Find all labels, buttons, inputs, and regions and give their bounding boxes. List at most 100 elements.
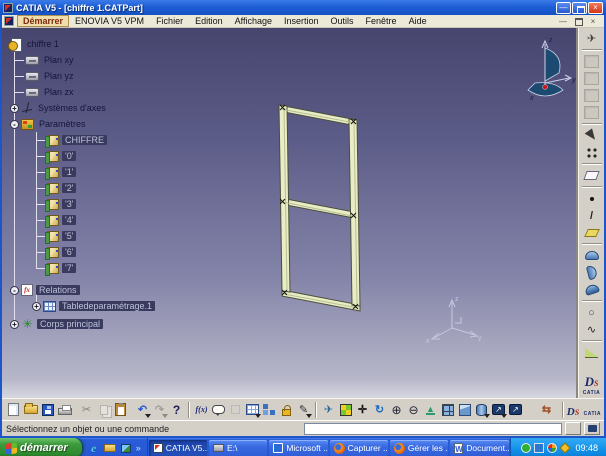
tree-item-param-5[interactable]: '5'	[8, 228, 155, 244]
expand-icon[interactable]: +	[10, 319, 19, 329]
internet-explorer-icon[interactable]: e	[88, 441, 100, 455]
open-icon[interactable]	[22, 401, 39, 419]
fit-all-icon[interactable]	[337, 401, 354, 419]
swap-space-icon[interactable]: ⇆	[538, 401, 555, 419]
lock-icon[interactable]	[278, 401, 295, 419]
tree-item-param-3[interactable]: '3'	[8, 196, 155, 212]
tree-item-param-1[interactable]: '1'	[8, 164, 155, 180]
menu-fichier[interactable]: Fichier	[150, 16, 189, 26]
tree-item-param-7[interactable]: '7'	[8, 260, 155, 276]
fill-surface-icon[interactable]	[581, 344, 603, 361]
zoom-in-icon[interactable]: ⊕	[388, 401, 405, 419]
collapse-icon[interactable]: -	[10, 119, 19, 129]
tray-network-icon[interactable]	[533, 443, 544, 453]
menu-insertion[interactable]: Insertion	[278, 16, 325, 26]
spline-icon[interactable]: ∿	[581, 321, 603, 338]
menu-fenetre[interactable]: Fenêtre	[360, 16, 403, 26]
taskbar-button-catia[interactable]: CATIA V5...	[148, 440, 208, 456]
help-icon[interactable]: ?	[168, 401, 185, 419]
folder-shortcut-icon[interactable]	[103, 442, 116, 454]
save-icon[interactable]	[39, 401, 56, 419]
quick-view-1-icon[interactable]: ↗	[490, 401, 507, 419]
tree-item-relations[interactable]: - fx Relations	[8, 282, 155, 298]
tree-item-plan-zx[interactable]: Plan zx	[8, 84, 155, 100]
tree-item-param-0[interactable]: '0'	[8, 148, 155, 164]
quick-view-2-icon[interactable]: ↗	[507, 401, 524, 419]
capture-button[interactable]	[584, 422, 600, 435]
tray-phone-icon[interactable]	[520, 443, 531, 453]
point-icon[interactable]	[581, 190, 603, 207]
multi-view-icon[interactable]	[439, 401, 456, 419]
revolve-surface-icon[interactable]	[581, 264, 603, 281]
tree-item-param-2[interactable]: '2'	[8, 180, 155, 196]
power-input-field[interactable]	[304, 422, 562, 435]
extrude-surface-icon[interactable]	[581, 247, 603, 264]
iso-view-icon[interactable]	[456, 401, 473, 419]
close-button[interactable]: ×	[588, 1, 603, 14]
fly-mode-icon[interactable]: ✈	[581, 30, 603, 47]
rotate-icon[interactable]: ↻	[371, 401, 388, 419]
tree-item-chiffre-1[interactable]: chiffre 1	[8, 36, 155, 52]
sweep-surface-icon[interactable]	[581, 281, 603, 298]
taskbar-button-capturer[interactable]: Capturer ...	[329, 440, 388, 456]
undo-icon[interactable]: ↶	[134, 401, 151, 419]
tree-item-corps-principal[interactable]: + ✳ Corps principal	[8, 316, 155, 332]
sketcher-icon[interactable]	[581, 167, 603, 184]
word-document-icon: W	[454, 442, 464, 454]
normal-view-icon[interactable]: ▲	[422, 401, 439, 419]
status-secondary-button	[565, 422, 581, 435]
circle-icon[interactable]: ○	[581, 304, 603, 321]
render-style-icon[interactable]	[473, 401, 490, 419]
compass[interactable]: z y x	[527, 37, 576, 102]
comment-icon[interactable]	[210, 401, 227, 419]
menu-enovia[interactable]: ENOVIA V5 VPM	[69, 16, 150, 26]
collapse-icon[interactable]: -	[10, 285, 19, 295]
taskbar-button-explorer[interactable]: E:\	[209, 440, 268, 456]
paste-icon[interactable]	[112, 401, 129, 419]
tree-item-param-6[interactable]: '6'	[8, 244, 155, 260]
menu-demarrer[interactable]: Démarrer	[17, 15, 70, 27]
taskbar-button-gerer[interactable]: Gérer les ...	[389, 440, 449, 456]
select-arrow-icon[interactable]	[581, 127, 603, 144]
tree-item-plan-xy[interactable]: Plan xy	[8, 52, 155, 68]
new-document-icon[interactable]	[5, 401, 22, 419]
zoom-out-icon[interactable]: ⊖	[405, 401, 422, 419]
pan-icon[interactable]: ✛	[354, 401, 371, 419]
tree-item-chiffre-param[interactable]: CHIFFRE	[8, 132, 155, 148]
plane-tool-icon[interactable]	[581, 224, 603, 241]
fly-icon[interactable]: ✈	[320, 401, 337, 419]
catalog-icon[interactable]	[261, 401, 278, 419]
taskbar-button-document[interactable]: W Document...	[450, 440, 509, 456]
show-desktop-icon[interactable]	[120, 442, 132, 454]
tree-item-plan-yz[interactable]: Plan yz	[8, 68, 155, 84]
tray-messenger-icon[interactable]	[546, 443, 557, 453]
sketch-points-icon[interactable]	[581, 144, 603, 161]
menu-edition[interactable]: Edition	[189, 16, 229, 26]
taskbar-button-microsoft[interactable]: Microsoft ...	[269, 440, 328, 456]
tree-item-table-parametrage[interactable]: + Tabledeparamétrage.1	[8, 298, 156, 314]
line-icon[interactable]: /	[581, 207, 603, 224]
parameter-icon	[45, 182, 59, 196]
tree-item-systemes-daxes[interactable]: + Systèmes d'axes	[8, 100, 155, 116]
formula-icon[interactable]: f(x)	[193, 401, 210, 419]
menu-affichage[interactable]: Affichage	[229, 16, 278, 26]
mdi-minimize-button[interactable]: —	[557, 17, 569, 26]
tree-item-parametres[interactable]: - Paramètres	[8, 116, 155, 132]
parameter-icon	[45, 150, 59, 164]
restore-button[interactable]	[572, 1, 587, 14]
minimize-button[interactable]: —	[556, 1, 571, 14]
design-table-icon[interactable]	[244, 401, 261, 419]
menu-outils[interactable]: Outils	[325, 16, 360, 26]
mdi-restore-button[interactable]	[572, 17, 584, 26]
start-button[interactable]: démarrer	[0, 438, 82, 456]
viewport-3d[interactable]: z y x z y x chiffre 1 Plan xy Plan yz Pl…	[2, 28, 604, 398]
print-icon[interactable]	[56, 401, 73, 419]
menu-aide[interactable]: Aide	[403, 16, 433, 26]
expand-icon[interactable]: +	[10, 103, 19, 113]
expand-icon[interactable]: +	[32, 301, 41, 311]
tray-security-icon[interactable]	[558, 442, 571, 454]
mdi-close-button[interactable]: ×	[587, 17, 599, 26]
knowledge-icon[interactable]: ✎	[295, 401, 312, 419]
quick-launch-more[interactable]: »	[136, 443, 141, 453]
tree-item-param-4[interactable]: '4'	[8, 212, 155, 228]
